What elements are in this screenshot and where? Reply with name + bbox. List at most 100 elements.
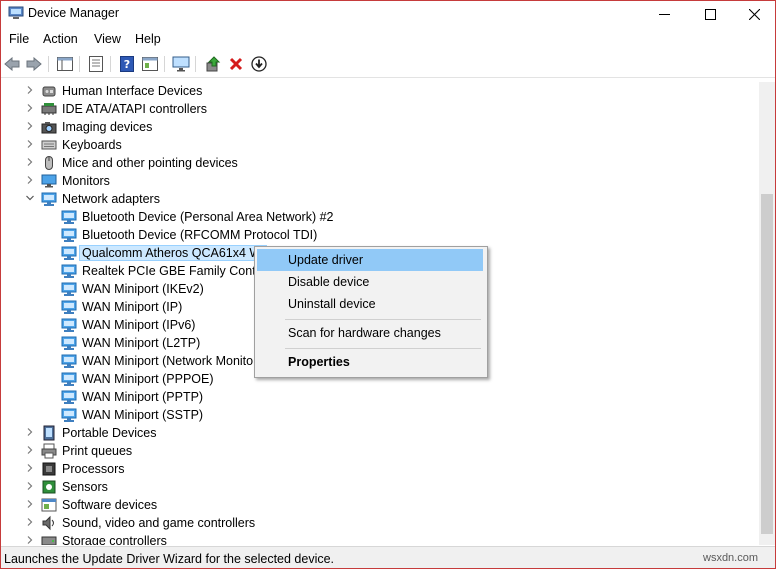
tree-category[interactable]: Monitors (1, 172, 741, 190)
disable-toolbar-button[interactable] (249, 54, 269, 74)
close-button[interactable] (731, 1, 775, 27)
down-arrow-circle-icon (251, 56, 267, 72)
tree-item-label: WAN Miniport (L2TP) (82, 336, 201, 350)
chevron-right-icon[interactable] (25, 445, 35, 455)
menu-view[interactable]: View (94, 32, 121, 46)
help-icon: ? (120, 56, 134, 72)
chevron-right-icon[interactable] (25, 499, 35, 509)
tree-category[interactable]: Print queues (1, 442, 741, 460)
network-icon (61, 372, 77, 386)
portable-icon (43, 425, 55, 441)
tree-category[interactable]: Sound, video and game controllers (1, 514, 741, 532)
tree-item-label: Sound, video and game controllers (62, 516, 256, 530)
tree-device[interactable]: Bluetooth Device (Personal Area Network)… (1, 208, 741, 226)
tree-item-label: Portable Devices (62, 426, 157, 440)
tree-category[interactable]: IDE ATA/ATAPI controllers (1, 100, 741, 118)
title-bar[interactable]: Device Manager (1, 1, 775, 27)
properties-toolbar-button[interactable] (86, 54, 106, 74)
chevron-right-icon[interactable] (25, 157, 35, 167)
tree-item-label: Human Interface Devices (62, 84, 203, 98)
scan-for-hardware-changes-menu-item[interactable]: Scan for hardware changes (257, 322, 483, 344)
tree-item-label: WAN Miniport (Network Monito (82, 354, 254, 368)
tree-item-label: WAN Miniport (IPv6) (82, 318, 196, 332)
software-icon (41, 498, 57, 512)
chevron-right-icon[interactable] (25, 517, 35, 527)
tree-item-label: Monitors (62, 174, 110, 188)
mouse-icon (45, 156, 53, 170)
menu-help[interactable]: Help (135, 32, 161, 46)
chevron-down-icon[interactable] (25, 193, 35, 203)
update-driver-menu-item[interactable]: Update driver (257, 249, 483, 271)
watermark: wsxdn.com (703, 552, 759, 564)
tree-item-label: Software devices (62, 498, 158, 512)
tree-category[interactable]: Sensors (1, 478, 741, 496)
tree-category[interactable]: Storage controllers (1, 532, 741, 545)
tree-item-label: Print queues (62, 444, 133, 458)
back-button[interactable] (2, 54, 22, 74)
tree-category[interactable]: Mice and other pointing devices (1, 154, 741, 172)
chevron-right-icon[interactable] (25, 535, 35, 545)
network-icon (61, 354, 77, 368)
tree-category[interactable]: Keyboards (1, 136, 741, 154)
show-hide-console-tree-button[interactable] (55, 54, 75, 74)
minimize-button[interactable] (641, 1, 687, 27)
disable-device-menu-item[interactable]: Disable device (257, 271, 483, 293)
chevron-right-icon[interactable] (25, 463, 35, 473)
tree-category[interactable]: Processors (1, 460, 741, 478)
chevron-right-icon[interactable] (25, 103, 35, 113)
tree-item-label: Mice and other pointing devices (62, 156, 238, 170)
sound-icon (42, 515, 54, 531)
menu-separator (285, 348, 481, 349)
tree-item-label: WAN Miniport (SSTP) (82, 408, 204, 422)
red-x-icon (229, 57, 243, 71)
tree-category[interactable]: Software devices (1, 496, 741, 514)
tree-item-label: IDE ATA/ATAPI controllers (62, 102, 207, 116)
network-icon (61, 228, 77, 242)
scrollbar-thumb[interactable] (761, 194, 773, 534)
chevron-right-icon[interactable] (25, 427, 35, 437)
network-icon (61, 282, 77, 296)
menu-action[interactable]: Action (43, 32, 78, 46)
toolbar-separator (79, 56, 80, 72)
network-icon (61, 210, 77, 224)
tree-item-label: Network adapters (62, 192, 160, 206)
network-icon (61, 318, 77, 332)
chevron-right-icon[interactable] (25, 481, 35, 491)
help-toolbar-button[interactable]: ? (117, 54, 137, 74)
forward-button[interactable] (24, 54, 44, 74)
tree-category[interactable]: Human Interface Devices (1, 82, 741, 100)
chevron-right-icon[interactable] (25, 139, 35, 149)
view-toolbar-button[interactable] (140, 54, 160, 74)
chevron-right-icon[interactable] (25, 121, 35, 131)
scan-hardware-button[interactable] (171, 54, 191, 74)
chevron-right-icon[interactable] (25, 85, 35, 95)
vertical-scrollbar[interactable] (759, 82, 775, 545)
uninstall-toolbar-button[interactable] (226, 54, 246, 74)
menu-separator (285, 319, 481, 320)
maximize-button[interactable] (687, 1, 733, 27)
chevron-right-icon[interactable] (25, 175, 35, 185)
menu-item-label: Update driver (288, 253, 364, 267)
printer-icon (41, 443, 57, 459)
menu-file[interactable]: File (9, 32, 29, 46)
tree-device[interactable]: WAN Miniport (PPTP) (1, 388, 741, 406)
update-driver-icon (206, 56, 221, 72)
menu-item-label: Scan for hardware changes (288, 326, 441, 340)
properties-menu-item[interactable]: Properties (257, 351, 483, 373)
network-icon (61, 246, 77, 260)
tree-device[interactable]: WAN Miniport (SSTP) (1, 406, 741, 424)
device-manager-window: Device Manager File Action View Help ? H… (0, 0, 776, 569)
update-driver-toolbar-button[interactable] (203, 54, 223, 74)
tree-item-label: WAN Miniport (PPPOE) (82, 372, 214, 386)
tree-device[interactable]: Bluetooth Device (RFCOMM Protocol TDI) (1, 226, 741, 244)
tree-category[interactable]: Network adapters (1, 190, 741, 208)
back-arrow-icon (4, 57, 20, 71)
tree-item-label: Realtek PCIe GBE Family Control (82, 264, 270, 278)
uninstall-device-menu-item[interactable]: Uninstall device (257, 293, 483, 315)
forward-arrow-icon (26, 57, 42, 71)
tree-category[interactable]: Imaging devices (1, 118, 741, 136)
minimize-icon (658, 13, 670, 15)
tree-category[interactable]: Portable Devices (1, 424, 741, 442)
tree-item-label: Processors (62, 462, 125, 476)
network-icon (61, 300, 77, 314)
